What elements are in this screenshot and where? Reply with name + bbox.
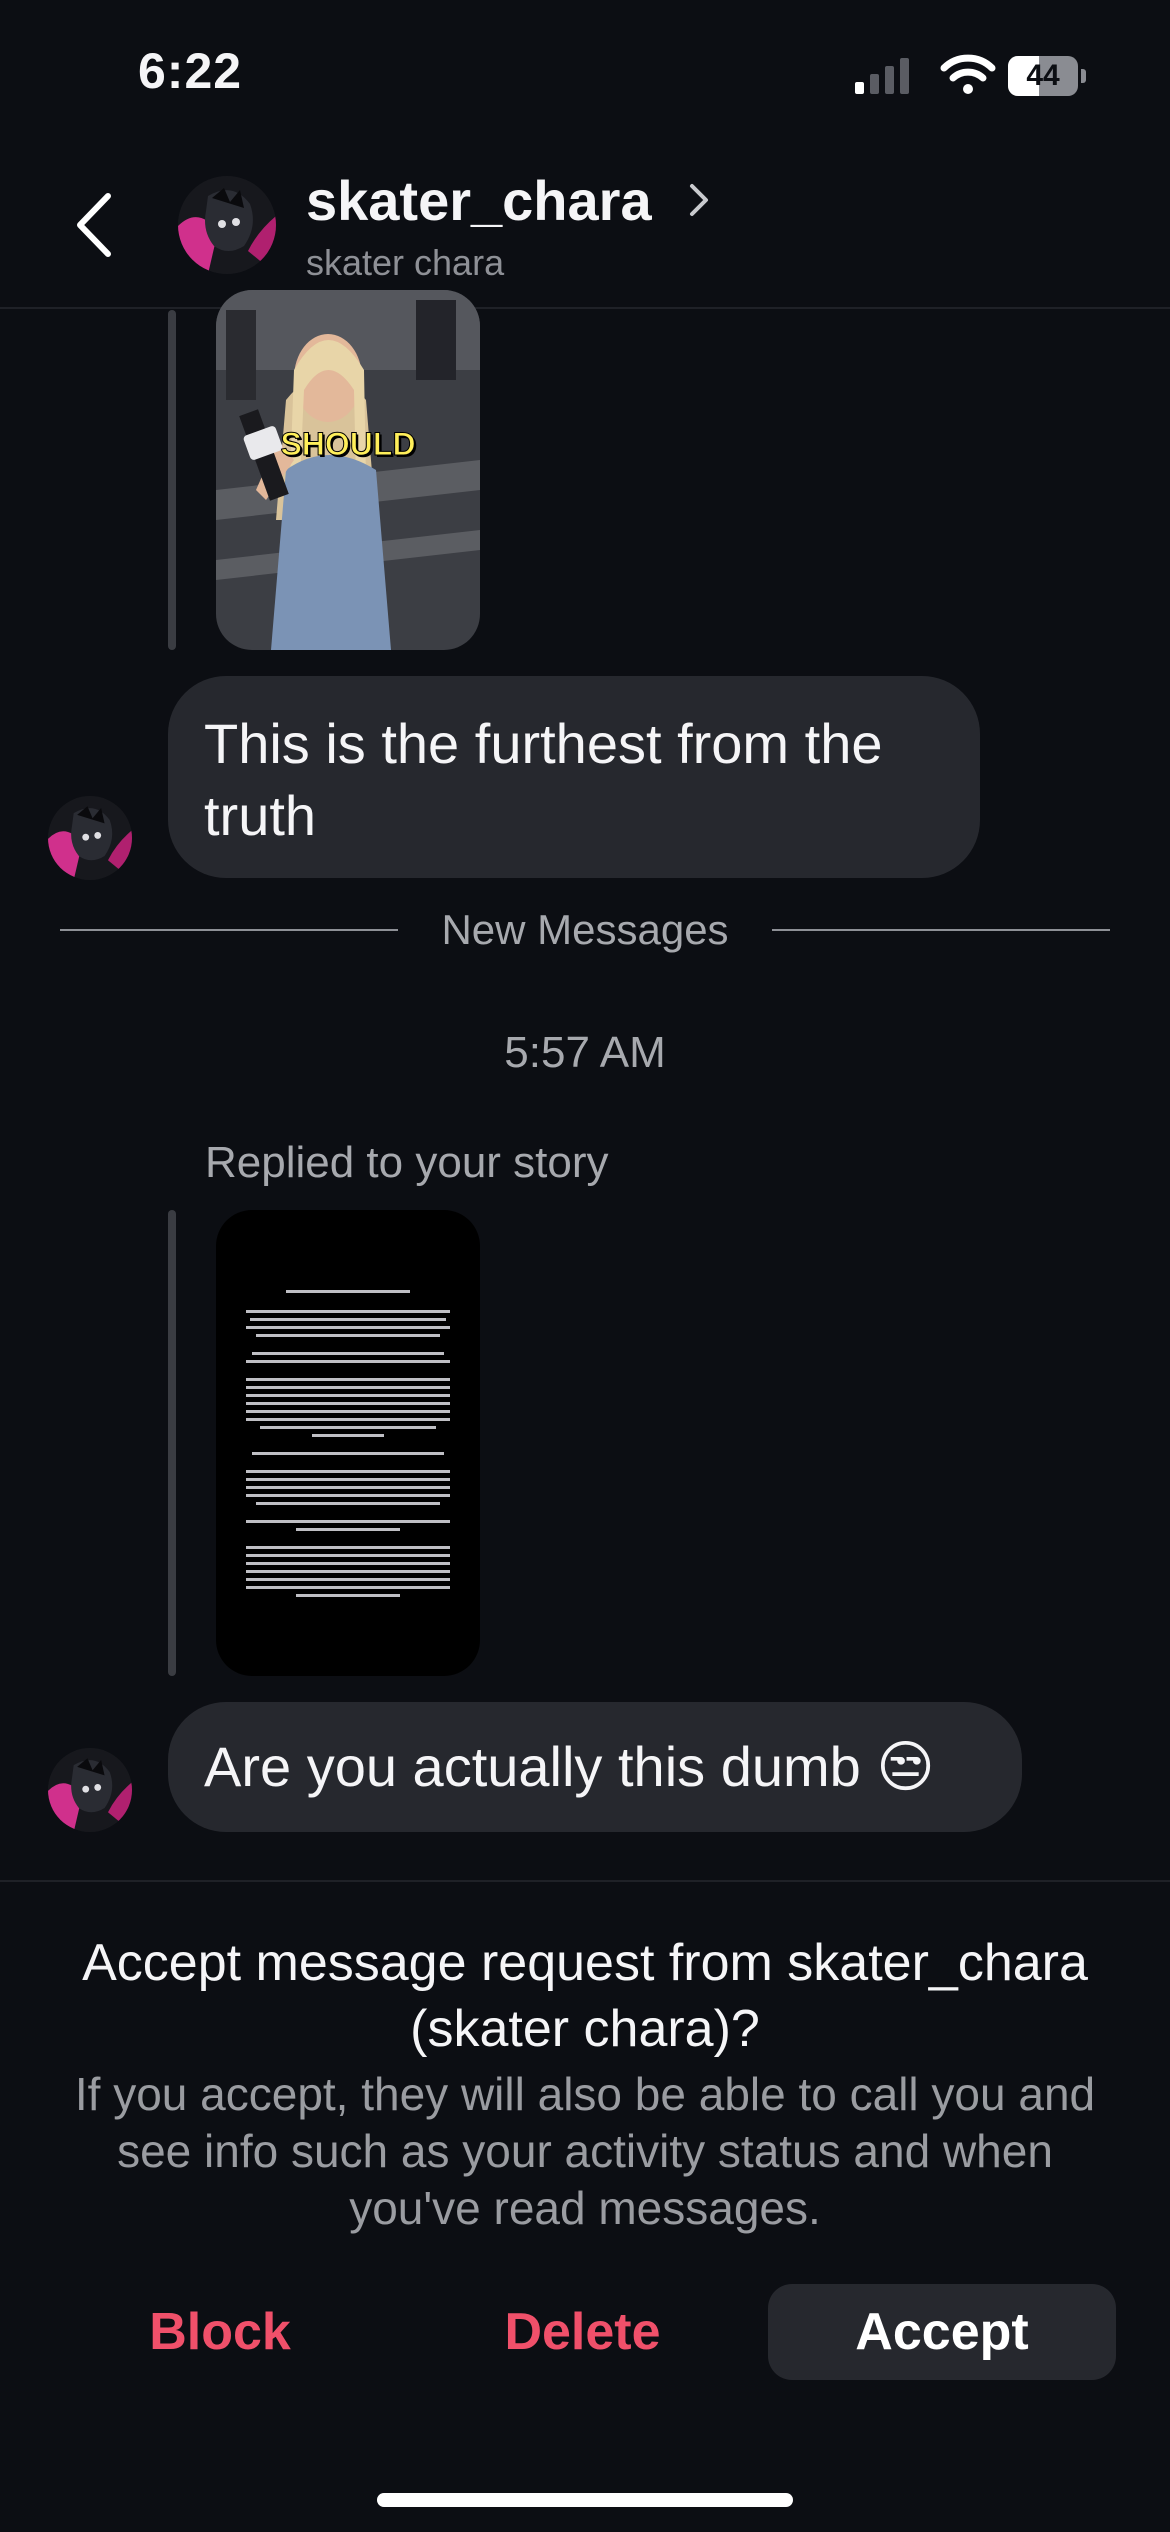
accept-button[interactable]: Accept xyxy=(768,2284,1116,2380)
footer-divider xyxy=(0,1880,1170,1882)
message-text: Are you actually this dumb 😒 xyxy=(204,1735,935,1798)
sender-avatar[interactable] xyxy=(48,796,132,880)
chevron-right-icon[interactable] xyxy=(686,180,712,220)
message-bubble[interactable]: Are you actually this dumb 😒 xyxy=(168,1702,1022,1832)
header-username[interactable]: skater_chara xyxy=(306,168,652,233)
reply-indicator-bar xyxy=(168,1210,176,1676)
story-text-preview xyxy=(216,1210,480,1676)
divider-line-left xyxy=(60,929,398,931)
delete-button[interactable]: Delete xyxy=(480,2284,685,2380)
profile-avatar[interactable] xyxy=(178,176,276,274)
sender-avatar[interactable] xyxy=(48,1748,132,1832)
battery-icon: 44 xyxy=(1008,56,1086,96)
new-messages-label: New Messages xyxy=(441,906,729,953)
story-thumbnail[interactable] xyxy=(216,1210,480,1676)
status-time: 6:22 xyxy=(138,43,243,99)
back-chevron-icon[interactable] xyxy=(70,190,120,260)
replied-to-story-label: Replied to your story xyxy=(205,1138,609,1187)
request-info: If you accept, they will also be able to… xyxy=(74,2068,1096,2234)
wifi-icon xyxy=(940,54,996,94)
reply-indicator-bar xyxy=(168,310,176,650)
header-display-name: skater chara xyxy=(306,242,505,283)
divider-line-right xyxy=(772,929,1110,931)
home-indicator[interactable] xyxy=(377,2493,793,2507)
block-button[interactable]: Block xyxy=(120,2284,320,2380)
story-caption: SHOULD xyxy=(280,426,416,463)
message-bubble[interactable]: This is the furthest from the truth xyxy=(168,676,980,878)
message-text: This is the furthest from the truth xyxy=(204,712,883,847)
header-divider xyxy=(0,307,1170,309)
message-timestamp: 5:57 AM xyxy=(504,1028,666,1077)
story-thumbnail[interactable]: SHOULD xyxy=(216,290,480,650)
battery-level: 44 xyxy=(1026,59,1060,92)
cellular-signal-icon xyxy=(855,58,915,94)
request-title: Accept message request from skater_chara… xyxy=(82,1934,1088,2058)
